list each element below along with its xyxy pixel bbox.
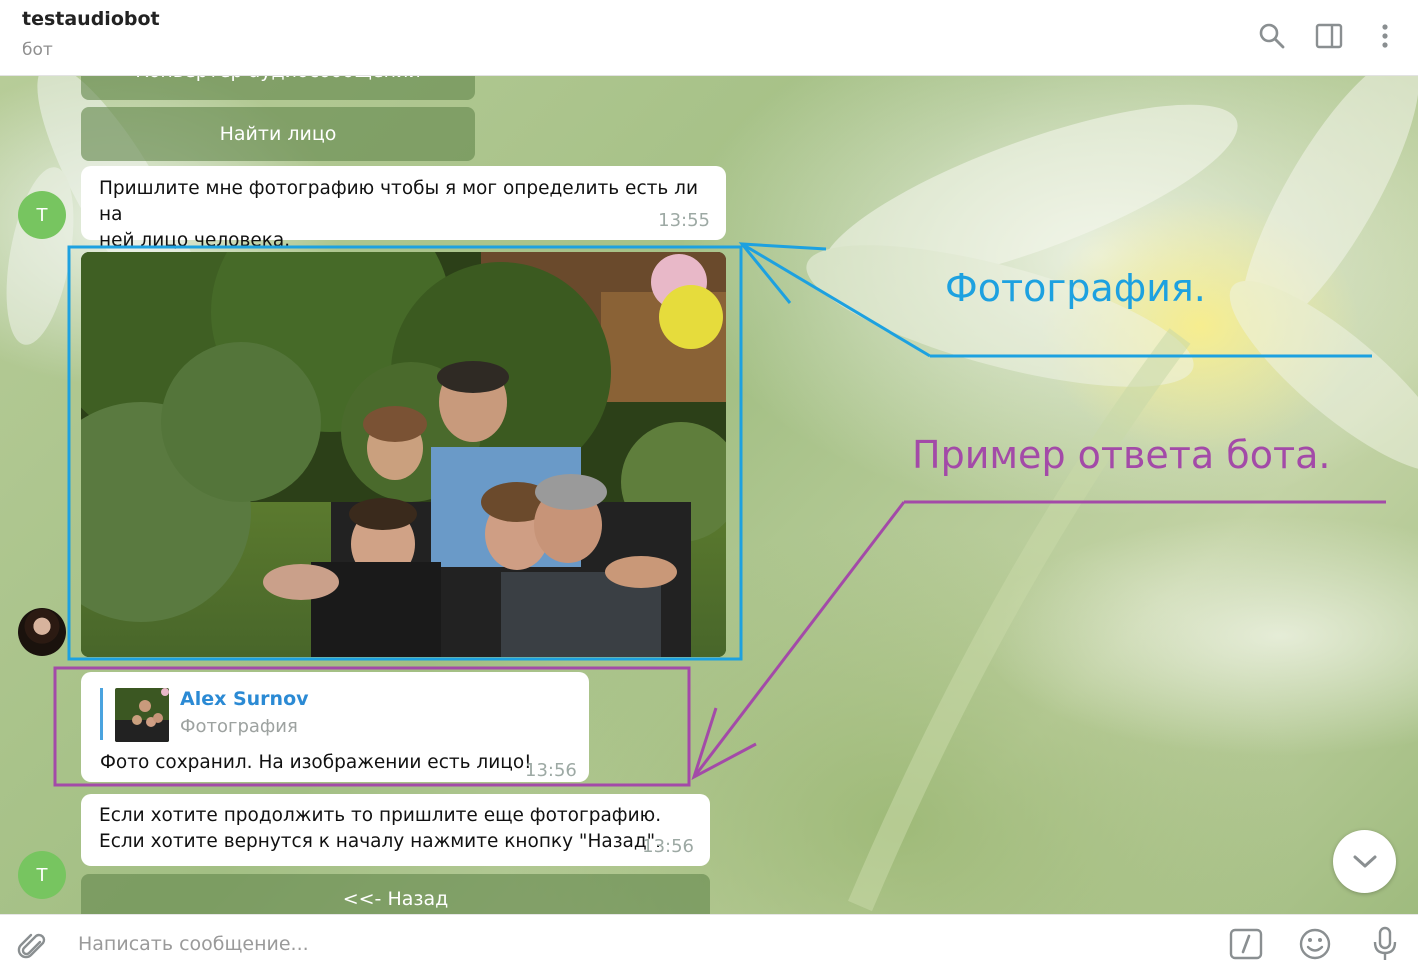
keyboard-button-label: Найти лицо xyxy=(219,123,337,145)
message-time: 13:55 xyxy=(658,210,710,231)
keyboard-button-find-face[interactable]: Найти лицо xyxy=(81,107,475,161)
reply-quote-bar xyxy=(100,688,103,740)
reply-photo-thumbnail[interactable] xyxy=(115,688,169,742)
message-input[interactable] xyxy=(76,923,1200,965)
scroll-down-button[interactable] xyxy=(1333,830,1396,893)
emoji-icon[interactable] xyxy=(1295,924,1335,964)
avatar-letter: T xyxy=(36,864,48,886)
message-time: 13:56 xyxy=(525,760,577,781)
bot-avatar[interactable]: T xyxy=(18,191,66,239)
chat-subtitle: бот xyxy=(22,40,53,60)
chevron-down-icon xyxy=(1353,855,1376,867)
avatar-letter: T xyxy=(36,204,48,226)
reply-message-type: Фотография xyxy=(180,716,298,737)
chat-title[interactable]: testaudiobot xyxy=(22,8,160,30)
sidebar-toggle-icon[interactable] xyxy=(1311,18,1347,54)
message-text: Фото сохранил. На изображении есть лицо! xyxy=(100,752,532,773)
bot-command-icon[interactable] xyxy=(1226,924,1266,964)
message-text: Если хотите продолжить то пришлите еще ф… xyxy=(99,805,662,852)
reply-annotation-label: Пример ответа бота. xyxy=(912,433,1331,477)
user-avatar[interactable] xyxy=(18,608,66,656)
message-composer xyxy=(0,914,1418,972)
message-time: 13:56 xyxy=(642,836,694,857)
chat-header: testaudiobot бот xyxy=(0,0,1418,76)
more-vertical-icon[interactable] xyxy=(1367,18,1403,54)
bot-avatar[interactable]: T xyxy=(18,851,66,899)
message-bot-continue[interactable]: Если хотите продолжить то пришлите еще ф… xyxy=(81,794,710,866)
photo-annotation-label: Фотография. xyxy=(945,266,1206,310)
message-bot-prompt[interactable]: Пришлите мне фотографию чтобы я мог опре… xyxy=(81,166,726,251)
microphone-icon[interactable] xyxy=(1365,924,1405,964)
paperclip-icon[interactable] xyxy=(12,924,52,964)
photo-image xyxy=(81,252,726,657)
keyboard-button-label: <<- Назад xyxy=(342,888,449,910)
telegram-window: testaudiobot бот Конвертер аудиосообщени… xyxy=(0,0,1418,972)
reply-sender-name[interactable]: Alex Surnov xyxy=(180,688,309,710)
search-icon[interactable] xyxy=(1254,18,1290,54)
photo-message[interactable] xyxy=(81,252,726,657)
message-text: Пришлите мне фотографию чтобы я мог опре… xyxy=(99,178,699,251)
